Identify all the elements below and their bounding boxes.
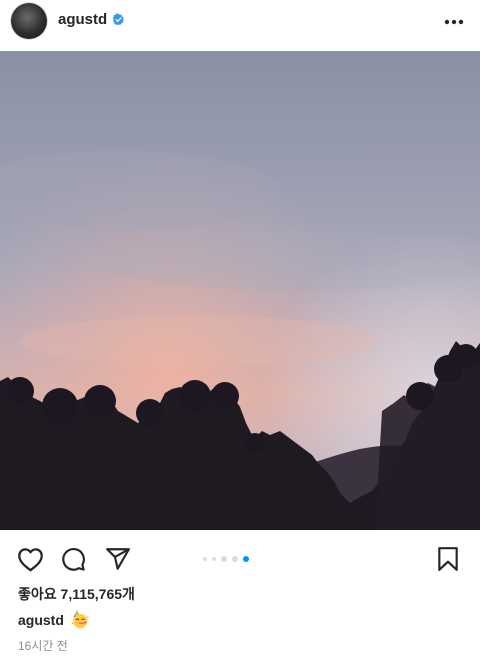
- more-options-icon: [444, 19, 464, 25]
- comment-icon: [62, 548, 85, 571]
- comment-button[interactable]: [58, 544, 88, 574]
- likes-count[interactable]: 좋아요 7,115,765개: [18, 584, 135, 604]
- carousel-dot: [212, 557, 216, 561]
- carousel-dot: [221, 556, 227, 562]
- username-link[interactable]: agustd: [58, 11, 107, 28]
- share-icon: [106, 548, 130, 570]
- post-timestamp: 16시간 전: [18, 639, 68, 653]
- post-photo[interactable]: [0, 51, 480, 530]
- post-header: agustd: [0, 0, 480, 46]
- carousel-dot: [232, 556, 238, 562]
- carousel-dot-active: [243, 556, 249, 562]
- face-with-party-hat-emoji: [71, 610, 89, 629]
- username-wrap: agustd: [58, 11, 125, 28]
- verified-badge-icon: [112, 13, 125, 26]
- caption-username[interactable]: agustd: [18, 612, 64, 628]
- bookmark-icon: [438, 547, 458, 571]
- profile-avatar[interactable]: [11, 3, 47, 39]
- like-button[interactable]: [15, 544, 45, 574]
- more-options-button[interactable]: [442, 12, 466, 32]
- heart-icon: [17, 547, 43, 571]
- carousel-indicator: [203, 556, 249, 562]
- post-caption: agustd: [18, 610, 89, 629]
- sunset-sky-photo: [0, 51, 480, 530]
- post-actions: [0, 538, 480, 578]
- share-button[interactable]: [103, 544, 133, 574]
- save-button[interactable]: [433, 544, 463, 574]
- carousel-dot: [203, 557, 207, 561]
